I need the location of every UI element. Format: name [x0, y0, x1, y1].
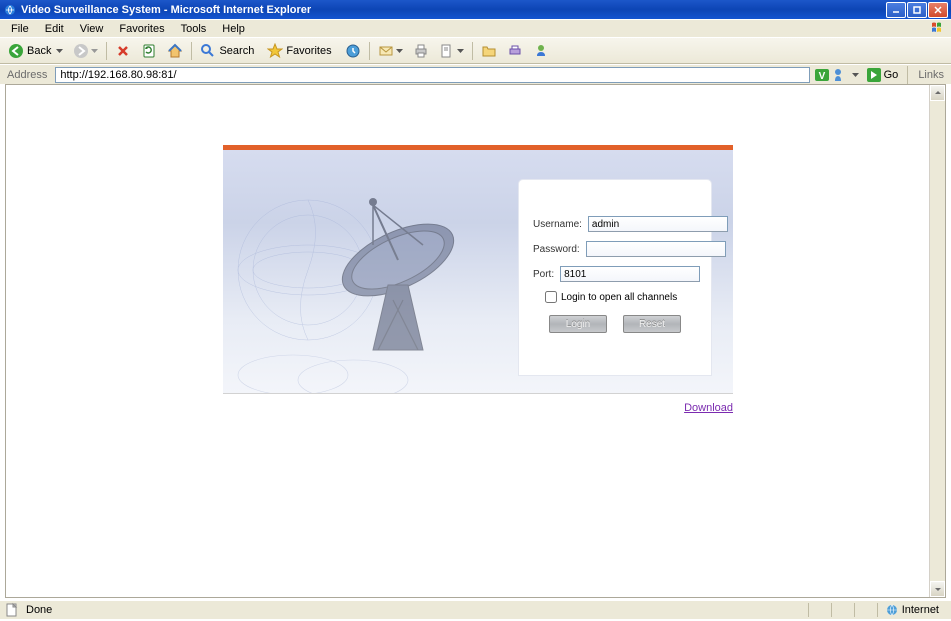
- window-title: Video Surveillance System - Microsoft In…: [21, 4, 885, 16]
- folder-button[interactable]: [477, 40, 501, 62]
- menu-file[interactable]: File: [4, 22, 36, 36]
- go-button[interactable]: Go: [863, 67, 902, 83]
- open-all-channels-checkbox[interactable]: [545, 291, 557, 303]
- home-icon: [167, 43, 183, 59]
- refresh-icon: [141, 43, 157, 59]
- go-icon: [866, 67, 882, 83]
- svg-text:V: V: [818, 71, 825, 82]
- open-all-channels-label: Login to open all channels: [561, 292, 677, 303]
- reset-button[interactable]: Reset: [623, 315, 681, 333]
- back-icon: [8, 43, 24, 59]
- stop-button[interactable]: [111, 40, 135, 62]
- menu-view[interactable]: View: [73, 22, 111, 36]
- status-segment: [831, 603, 848, 617]
- windows-flag-icon: [931, 21, 949, 36]
- stop-icon: [115, 43, 131, 59]
- maximize-button[interactable]: [907, 2, 927, 18]
- separator: [191, 42, 192, 60]
- close-button[interactable]: [928, 2, 948, 18]
- port-label: Port:: [533, 269, 554, 280]
- port-input[interactable]: [560, 266, 700, 282]
- login-form: Username: Password: Port: Login to open …: [519, 180, 711, 375]
- address-input[interactable]: [55, 67, 809, 83]
- page-icon: [4, 602, 20, 618]
- status-text: Done: [26, 604, 52, 616]
- separator: [907, 66, 908, 84]
- login-button[interactable]: Login: [549, 315, 607, 333]
- favorites-icon: [267, 43, 283, 59]
- refresh-button[interactable]: [137, 40, 161, 62]
- username-label: Username:: [533, 219, 582, 230]
- rss-button[interactable]: [503, 40, 527, 62]
- panel-footer: [223, 393, 733, 396]
- zone-label: Internet: [902, 604, 939, 616]
- search-label: Search: [219, 45, 254, 57]
- page-viewport: Username: Password: Port: Login to open …: [5, 84, 946, 598]
- scroll-down-icon[interactable]: [930, 581, 945, 597]
- favorites-label: Favorites: [286, 45, 331, 57]
- menubar: File Edit View Favorites Tools Help: [0, 19, 951, 37]
- back-label: Back: [27, 45, 51, 57]
- status-segment: [808, 603, 825, 617]
- home-button[interactable]: [163, 40, 187, 62]
- folder-icon: [481, 43, 497, 59]
- toolbar: Back Search Favorites: [0, 37, 951, 64]
- back-button[interactable]: Back: [4, 40, 67, 62]
- ie-icon: [3, 3, 17, 17]
- messenger-icon: [533, 43, 549, 59]
- dropdown-icon: [56, 49, 63, 53]
- history-icon: [345, 43, 361, 59]
- mail-icon: [378, 43, 394, 59]
- favorites-button[interactable]: Favorites: [263, 40, 338, 62]
- search-button[interactable]: Search: [196, 40, 261, 62]
- download-row: Download: [223, 397, 733, 414]
- address-label: Address: [3, 69, 51, 81]
- satellite-dish-art: [223, 150, 503, 393]
- password-label: Password:: [533, 244, 580, 255]
- vertical-scrollbar[interactable]: [929, 85, 945, 597]
- search-icon: [200, 43, 216, 59]
- forward-button[interactable]: [69, 40, 102, 62]
- login-panel: Username: Password: Port: Login to open …: [223, 145, 733, 396]
- internet-zone-icon: [886, 604, 898, 616]
- menu-favorites[interactable]: Favorites: [112, 22, 171, 36]
- menu-edit[interactable]: Edit: [38, 22, 71, 36]
- separator: [472, 42, 473, 60]
- edit-icon: [439, 43, 455, 59]
- menu-tools[interactable]: Tools: [174, 22, 214, 36]
- window-titlebar: Video Surveillance System - Microsoft In…: [0, 0, 951, 19]
- print-icon: [413, 43, 429, 59]
- history-button[interactable]: [341, 40, 365, 62]
- download-link[interactable]: Download: [684, 402, 733, 414]
- messenger-button[interactable]: [529, 40, 553, 62]
- menu-help[interactable]: Help: [215, 22, 252, 36]
- print-button[interactable]: [409, 40, 433, 62]
- status-bar: Done Internet: [0, 600, 951, 619]
- forward-icon: [73, 43, 89, 59]
- status-segment: [854, 603, 871, 617]
- dropdown-icon: [91, 49, 98, 53]
- password-input[interactable]: [586, 241, 726, 257]
- username-input[interactable]: [588, 216, 728, 232]
- dropdown-icon: [457, 49, 464, 53]
- roboform-icon[interactable]: [832, 67, 848, 83]
- dropdown-icon: [852, 73, 859, 77]
- zone-segment: Internet: [877, 603, 947, 617]
- mail-button[interactable]: [374, 40, 407, 62]
- address-bar: Address V Go Links: [0, 64, 951, 84]
- go-label: Go: [884, 69, 899, 81]
- links-label[interactable]: Links: [914, 69, 948, 81]
- rss-icon: [507, 43, 523, 59]
- separator: [106, 42, 107, 60]
- scroll-up-icon[interactable]: [930, 85, 945, 101]
- norton-icon[interactable]: V: [814, 67, 830, 83]
- dropdown-icon: [396, 49, 403, 53]
- edit-button[interactable]: [435, 40, 468, 62]
- minimize-button[interactable]: [886, 2, 906, 18]
- separator: [369, 42, 370, 60]
